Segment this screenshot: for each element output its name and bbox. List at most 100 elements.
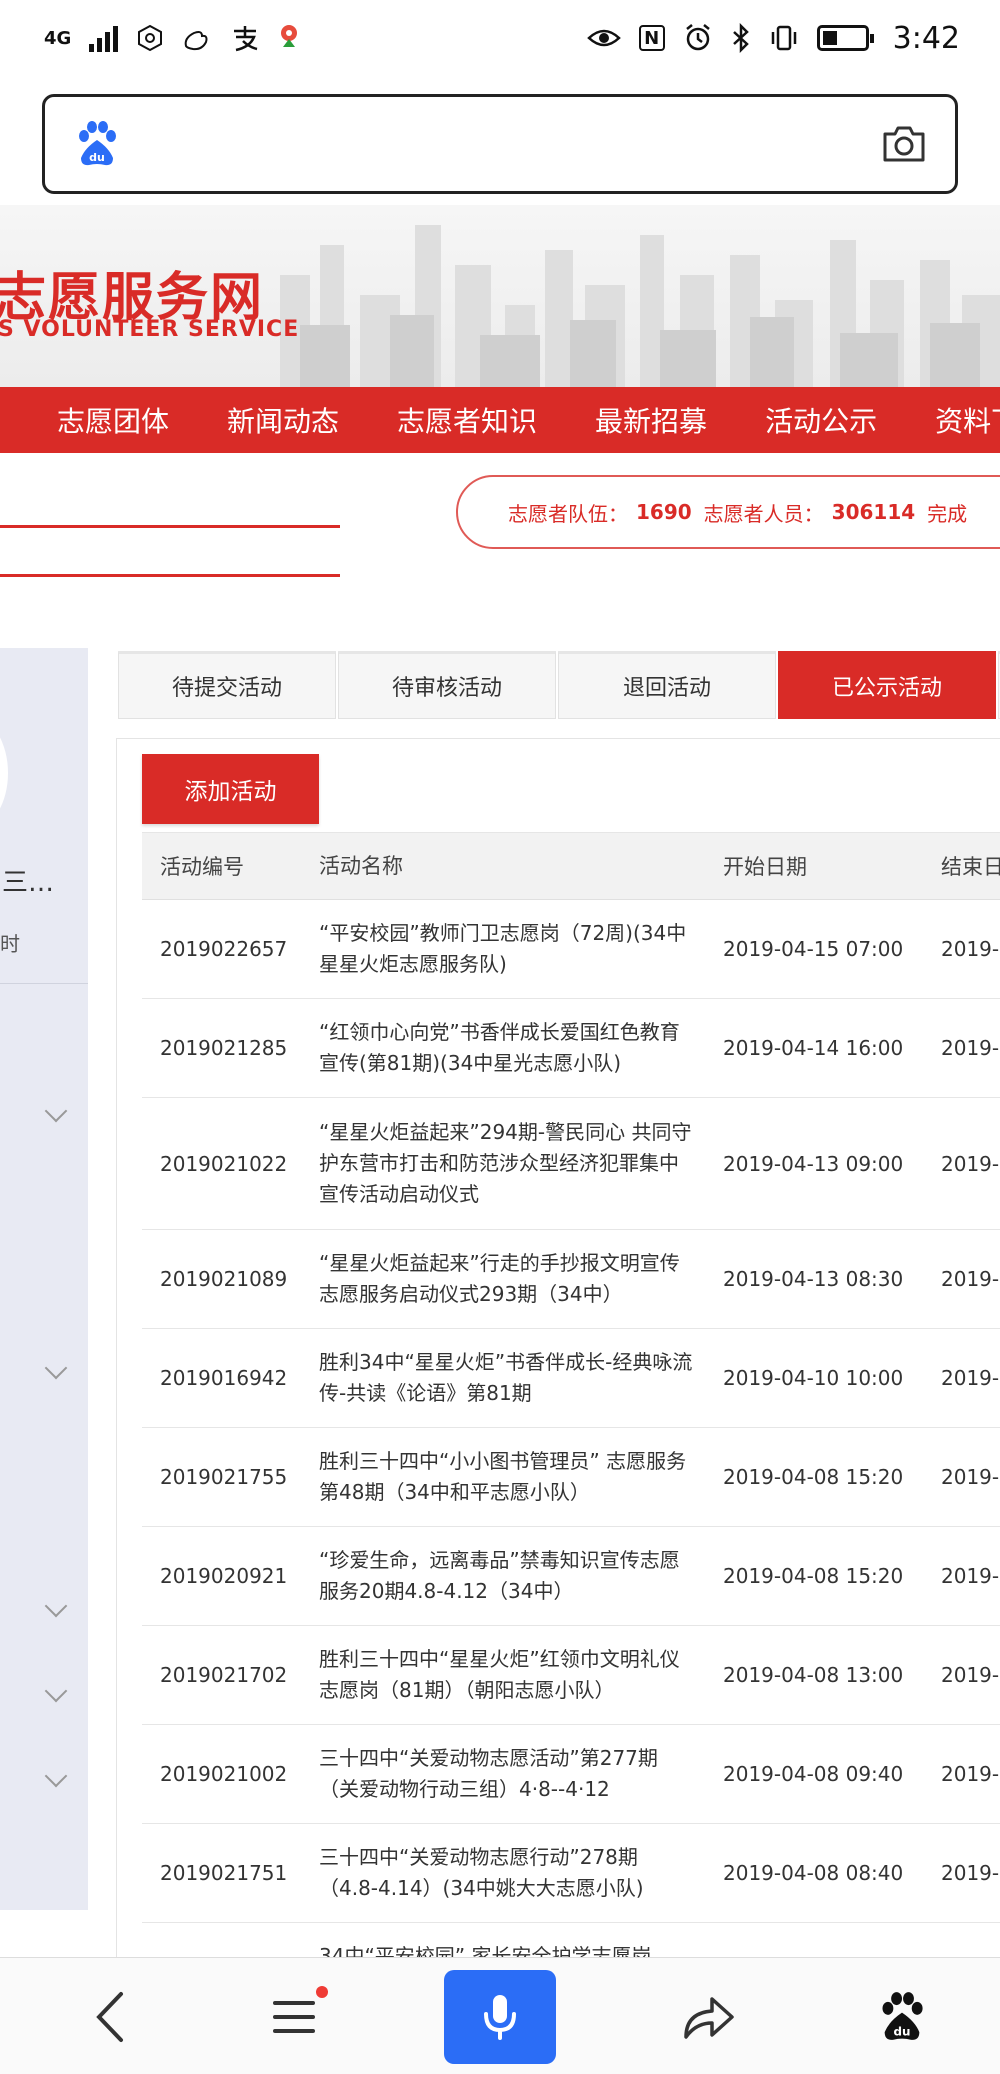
chevron-down-icon[interactable]: [44, 1356, 68, 1380]
back-button[interactable]: [70, 1958, 150, 2074]
activity-start: 2019-04-13 09:00: [723, 1151, 904, 1176]
back-icon: [96, 1991, 123, 2042]
site-subtitle: S VOLUNTEER SERVICE: [0, 317, 300, 342]
svg-text:du: du: [894, 2024, 911, 2038]
main-nav: 志愿团体 新闻动态 志愿者知识 最新招募 活动公示 资料下: [0, 387, 1000, 453]
complete-label: 完成: [927, 501, 968, 526]
activity-start: 2019-04-08 09:40: [723, 1762, 904, 1786]
camera-icon[interactable]: [881, 124, 927, 164]
tab-pending-review[interactable]: 待审核活动: [338, 651, 556, 719]
nav-item-downloads[interactable]: 资料下: [935, 400, 1000, 440]
nav-item-groups[interactable]: 志愿团体: [57, 400, 169, 440]
activity-end: 2019-0: [941, 937, 1000, 961]
site-banner: 志愿服务网 S VOLUNTEER SERVICE: [0, 205, 1000, 387]
table-row[interactable]: 2019022657 “平安校园”教师门卫志愿岗（72周)(34中星星火炬志愿服…: [142, 900, 1000, 999]
activity-id: 2019022657: [160, 937, 288, 961]
nav-item-activity-notice[interactable]: 活动公示: [765, 400, 877, 440]
activity-name[interactable]: “平安校园”教师门卫志愿岗（72周)(34中星星火炬志愿服务队): [301, 918, 705, 980]
tab-pending-submit[interactable]: 待提交活动: [118, 651, 336, 719]
activity-start: 2019-04-15 07:00: [723, 937, 904, 961]
share-icon: [684, 1996, 734, 2039]
alarm-icon: [685, 24, 710, 51]
sidebar-divider: [0, 983, 88, 984]
weibo-icon: [185, 31, 208, 51]
nfc-icon: N: [638, 25, 665, 51]
voice-search-button[interactable]: [444, 1970, 556, 2064]
chevron-down-icon[interactable]: [44, 1764, 68, 1788]
activity-id: 2019021702: [160, 1663, 288, 1687]
activity-name[interactable]: 胜利34中“星星火炬”书香伴成长-经典咏流传-共读《论语》第81期: [301, 1347, 705, 1409]
table-row[interactable]: 2019021089 “星星火炬益起来”行走的手抄报文明宣传志愿服务启动仪式29…: [142, 1230, 1000, 1329]
share-button[interactable]: [666, 1958, 750, 2074]
divider-line: [0, 525, 340, 528]
divider-line: [0, 574, 340, 577]
status-left: 4G: [44, 23, 300, 53]
table-row[interactable]: 34中“平安校园” 家长安全护学志愿岗: [142, 1923, 1000, 1957]
table-row[interactable]: 2019021751 三十四中“关爱动物志愿行动”278期（4.8-4.14）(…: [142, 1824, 1000, 1923]
nav-item-news[interactable]: 新闻动态: [227, 400, 339, 440]
chevron-down-icon[interactable]: [44, 1099, 68, 1123]
activity-end: 2019-0: [941, 1366, 1000, 1390]
activity-end: 2019-0: [941, 1151, 1000, 1176]
nav-item-recruitment[interactable]: 最新招募: [595, 400, 707, 440]
table-header: 活动编号 活动名称 开始日期 结束日: [142, 832, 1000, 900]
activity-name[interactable]: 胜利三十四中“星星火炬”红领巾文明礼仪志愿岗（81期）（朝阳志愿小队）: [301, 1644, 705, 1706]
chevron-down-icon[interactable]: [44, 1679, 68, 1703]
microphone-icon: [484, 1995, 516, 2040]
chevron-down-icon[interactable]: [44, 1594, 68, 1618]
activity-name[interactable]: 34中“平安校园” 家长安全护学志愿岗: [301, 1941, 705, 1957]
activity-end: 2019-0: [941, 1663, 1000, 1687]
activity-id: 2019021751: [160, 1861, 288, 1885]
svg-text:du: du: [89, 151, 105, 164]
activity-id: 2019021022: [160, 1151, 288, 1176]
add-activity-button[interactable]: 添加活动: [142, 754, 319, 824]
activity-name[interactable]: 胜利三十四中“小小图书管理员” 志愿服务第48期（34中和平志愿小队）: [301, 1446, 705, 1508]
activity-start: 2019-04-08 15:20: [723, 1564, 904, 1588]
eye-icon: [586, 29, 621, 47]
battery-icon: [816, 25, 874, 51]
menu-button[interactable]: [254, 1958, 338, 2074]
table-row[interactable]: 2019021285 “红领巾心向党”书香伴成长爱国红色教育宣传(第81期)(3…: [142, 999, 1000, 1098]
nav-item-knowledge[interactable]: 志愿者知识: [397, 400, 537, 440]
tab-published[interactable]: 已公示活动: [778, 651, 996, 719]
search-bar[interactable]: du: [42, 94, 958, 194]
activity-name[interactable]: “星星火炬益起来”294期-警民同心 共同守护东营市打击和防范涉众型经济犯罪集中…: [301, 1117, 705, 1210]
table-row[interactable]: 2019021022 “星星火炬益起来”294期-警民同心 共同守护东营市打击和…: [142, 1098, 1000, 1230]
baidu-logo-icon: du: [79, 121, 116, 166]
clock: 3:42: [892, 20, 960, 56]
activity-table: 活动编号 活动名称 开始日期 结束日 2019022657 “平安校园”教师门卫…: [142, 832, 1000, 1957]
user-hours: 时: [0, 932, 20, 956]
notification-dot: [316, 1986, 328, 1998]
signal-icon: [89, 24, 119, 52]
table-row[interactable]: 2019020921 “珍爱生命，远离毒品”禁毒知识宣传志愿服务20期4.8-4…: [142, 1527, 1000, 1626]
alipay-icon: [234, 26, 258, 52]
activity-end: 2019-0: [941, 1267, 1000, 1291]
activity-name[interactable]: “珍爱生命，远离毒品”禁毒知识宣传志愿服务20期4.8-4.12（34中）: [301, 1545, 705, 1607]
city-skyline-illustration: [280, 225, 1000, 387]
stats-pill: 志愿者队伍： 1690 志愿者人员： 306114 完成: [456, 475, 1000, 549]
table-row[interactable]: 2019021755 胜利三十四中“小小图书管理员” 志愿服务第48期（34中和…: [142, 1428, 1000, 1527]
activity-start: 2019-04-14 16:00: [723, 1036, 904, 1060]
baidu-icon: du: [882, 1991, 923, 2040]
activity-name[interactable]: “红领巾心向党”书香伴成长爱国红色教育宣传(第81期)(34中星光志愿小队): [301, 1017, 705, 1079]
activity-name[interactable]: “星星火炬益起来”行走的手抄报文明宣传志愿服务启动仪式293期（34中）: [301, 1248, 705, 1310]
status-bar: 4G N 3:42: [0, 0, 1000, 76]
baidu-home-button[interactable]: du: [860, 1958, 944, 2074]
activity-start: 2019-04-13 08:30: [723, 1267, 904, 1291]
activity-name[interactable]: 三十四中“关爱动物志愿活动”第277期（关爱动物行动三组）4·8--4·12: [301, 1743, 705, 1805]
menu-icon: [273, 2000, 315, 2033]
status-right: N 3:42: [586, 20, 960, 56]
activity-tabs: 待提交活动 待审核活动 退回活动 已公示活动: [118, 651, 1000, 719]
map-pin-icon: [281, 25, 298, 47]
table-row[interactable]: 2019021002 三十四中“关爱动物志愿活动”第277期（关爱动物行动三组）…: [142, 1725, 1000, 1824]
table-row[interactable]: 2019021702 胜利三十四中“星星火炬”红领巾文明礼仪志愿岗（81期）（朝…: [142, 1626, 1000, 1725]
activity-panel: 添加活动 活动编号 活动名称 开始日期 结束日 2019022657 “平安校园…: [116, 738, 1000, 1958]
column-header-name: 活动名称: [319, 853, 403, 878]
column-header-id: 活动编号: [160, 855, 244, 879]
team-count: 1690: [636, 500, 692, 524]
activity-name[interactable]: 三十四中“关爱动物志愿行动”278期（4.8-4.14）(34中姚大大志愿小队): [301, 1842, 705, 1904]
table-row[interactable]: 2019016942 胜利34中“星星火炬”书香伴成长-经典咏流传-共读《论语》…: [142, 1329, 1000, 1428]
team-label: 志愿者队伍：: [508, 501, 628, 526]
tab-returned[interactable]: 退回活动: [558, 651, 776, 719]
user-name: 三…: [2, 868, 55, 898]
